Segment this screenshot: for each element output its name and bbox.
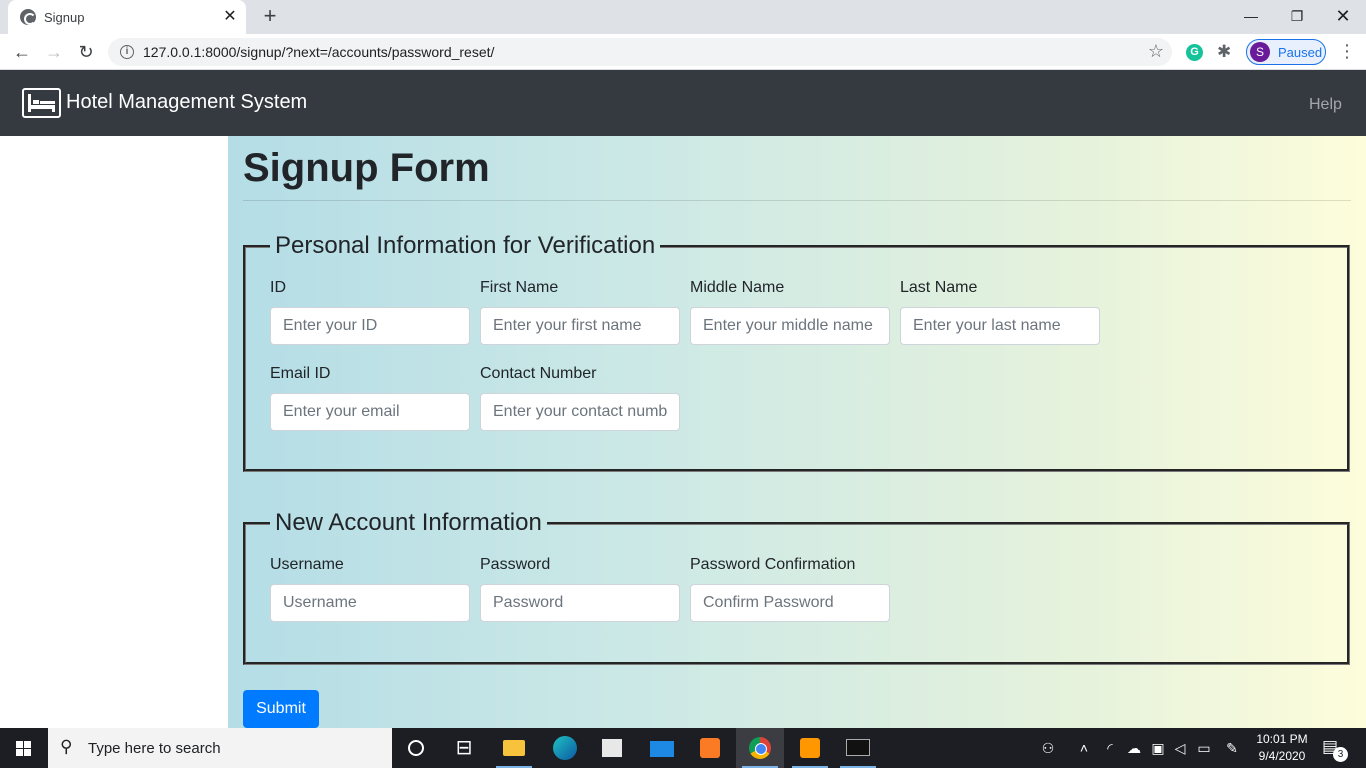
help-link[interactable]: Help [1309,96,1342,114]
email-input[interactable] [270,393,470,431]
password-input[interactable] [480,584,680,622]
profile-avatar: S [1250,42,1270,62]
cortana-icon[interactable] [392,728,440,768]
file-explorer-icon[interactable] [490,728,538,768]
globe-icon [20,9,36,25]
signup-content: Signup Form Personal Information for Ver… [228,136,1366,728]
submit-button[interactable]: Submit [243,690,319,728]
brand-link[interactable]: Hotel Management System [66,91,307,114]
info-icon[interactable]: i [120,45,134,59]
browser-tabstrip: Signup ✕ + — ❐ ✕ [0,0,1366,34]
last-name-input[interactable] [900,307,1100,345]
reload-icon[interactable]: ↻ [74,40,98,64]
chrome-icon[interactable] [736,728,784,768]
browser-tab[interactable]: Signup ✕ [8,0,246,34]
browser-toolbar: ← → ↻ i 127.0.0.1:8000/signup/?next=/acc… [0,34,1366,70]
account-info-legend: New Account Information [275,509,542,536]
taskbar-clock[interactable]: 10:01 PM 9/4/2020 [1250,731,1314,765]
username-label: Username [270,556,344,573]
first-name-label: First Name [480,279,559,296]
username-input[interactable] [270,584,470,622]
tab-title: Signup [44,10,85,25]
page-title: Signup Form [243,146,490,190]
last-name-label: Last Name [900,279,978,296]
extensions-puzzle-icon[interactable]: ✱ [1217,42,1231,62]
forward-arrow-icon[interactable]: → [42,40,66,64]
wifi-icon[interactable]: ◜ [1100,728,1120,768]
profile-button[interactable]: S Paused [1246,39,1326,65]
people-icon[interactable]: ⚇ [1036,728,1060,768]
clock-date: 9/4/2020 [1258,749,1306,763]
restore-window-button[interactable]: ❐ [1274,3,1320,31]
middle-name-input[interactable] [690,307,890,345]
divider [243,200,1351,201]
password-confirmation-input[interactable] [690,584,890,622]
close-window-button[interactable]: ✕ [1320,3,1366,31]
clock-time: 10:01 PM [1256,732,1308,746]
url-text[interactable]: 127.0.0.1:8000/signup/?next=/accounts/pa… [143,44,494,60]
search-icon: ⚲ [60,737,73,756]
password-confirmation-label: Password Confirmation [690,556,856,573]
terminal-icon[interactable] [834,728,882,768]
start-button[interactable] [0,728,48,768]
onedrive-cloud-icon[interactable]: ☁ [1124,728,1144,768]
chevron-up-icon[interactable]: ˄ [1074,728,1094,768]
taskbar-search-placeholder: Type here to search [88,740,221,757]
bookmark-star-icon[interactable]: ☆ [1148,41,1164,62]
windows-taskbar: ⚲ Type here to search ⊟ ⚇ ˄ ◜ ☁ ▣ ◁ ▭ ✎ … [0,728,1366,768]
meet-now-icon[interactable]: ▣ [1148,728,1168,768]
taskbar-search[interactable]: ⚲ Type here to search [48,728,392,768]
app-navbar: Hotel Management System Help [0,70,1366,136]
volume-icon[interactable]: ◁ [1170,728,1190,768]
profile-status: Paused [1278,45,1323,60]
personal-info-fieldset: Personal Information for Verification [243,232,1350,472]
personal-info-legend: Personal Information for Verification [275,232,656,259]
notification-count-badge: 3 [1333,747,1348,762]
sublime-text-icon[interactable] [786,728,834,768]
contact-number-input[interactable] [480,393,680,431]
address-bar[interactable]: i 127.0.0.1:8000/signup/?next=/accounts/… [108,38,1172,66]
email-label: Email ID [270,365,331,382]
grammarly-extension-icon[interactable]: G [1186,44,1203,61]
hotel-bed-icon[interactable] [22,88,61,118]
id-label: ID [270,279,286,296]
contact-number-label: Contact Number [480,365,597,382]
new-tab-button[interactable]: + [258,5,282,29]
browser-menu-icon[interactable]: ⋮ [1338,42,1356,60]
id-input[interactable] [270,307,470,345]
store-icon[interactable] [588,728,636,768]
minimize-window-button[interactable]: — [1228,3,1274,31]
task-view-icon[interactable]: ⊟ [440,728,488,768]
pen-workspace-icon[interactable]: ✎ [1222,728,1242,768]
password-label: Password [480,556,551,573]
windows-logo-icon [16,741,32,756]
battery-icon[interactable]: ▭ [1194,728,1214,768]
close-tab-icon[interactable]: ✕ [220,7,240,27]
mail-icon[interactable] [638,728,686,768]
middle-name-label: Middle Name [690,279,785,296]
back-arrow-icon[interactable]: ← [10,40,34,64]
edge-browser-icon[interactable] [540,728,588,768]
xampp-icon[interactable] [686,728,734,768]
first-name-input[interactable] [480,307,680,345]
